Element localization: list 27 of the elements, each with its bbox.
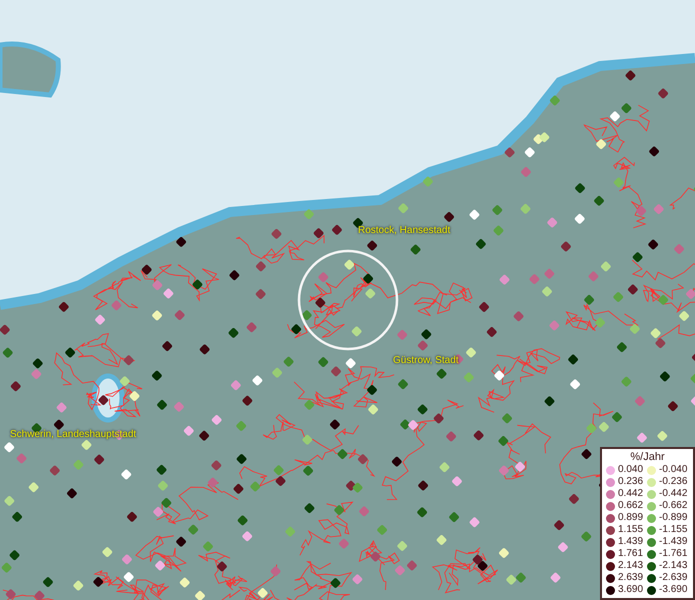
legend-value: 1.155: [618, 525, 644, 535]
place-label: Rostock, Hansestadt: [358, 226, 450, 236]
legend-value: -1.155: [659, 525, 688, 535]
legend-value: 1.761: [618, 549, 644, 559]
legend-title: %/Jahr: [629, 451, 666, 464]
legend-value: -0.040: [659, 465, 688, 475]
coast-land: [0, 42, 61, 98]
legend-value: -2.639: [659, 573, 688, 583]
legend-value: -0.442: [659, 489, 688, 499]
legend-value: 3.690: [618, 585, 644, 595]
legend-value: 2.143: [618, 561, 644, 571]
legend-value: -1.761: [659, 549, 688, 559]
selection-circle[interactable]: [298, 250, 398, 350]
legend-value: 2.639: [618, 573, 644, 583]
legend-value: 0.040: [618, 465, 644, 475]
legend-value: -3.690: [659, 585, 688, 595]
legend-value: -1.439: [659, 537, 688, 547]
legend-value: -0.236: [659, 477, 688, 487]
legend-value: -0.662: [659, 501, 688, 511]
legend-value: -2.143: [659, 561, 688, 571]
legend-value: 0.442: [618, 489, 644, 499]
legend-value: 0.236: [618, 477, 644, 487]
legend-value: 0.899: [618, 513, 644, 523]
legend-value: -0.899: [659, 513, 688, 523]
legend-value: 1.439: [618, 537, 644, 547]
legend-value: 0.662: [618, 501, 644, 511]
place-label: Güstrow, Stadt: [393, 356, 459, 366]
